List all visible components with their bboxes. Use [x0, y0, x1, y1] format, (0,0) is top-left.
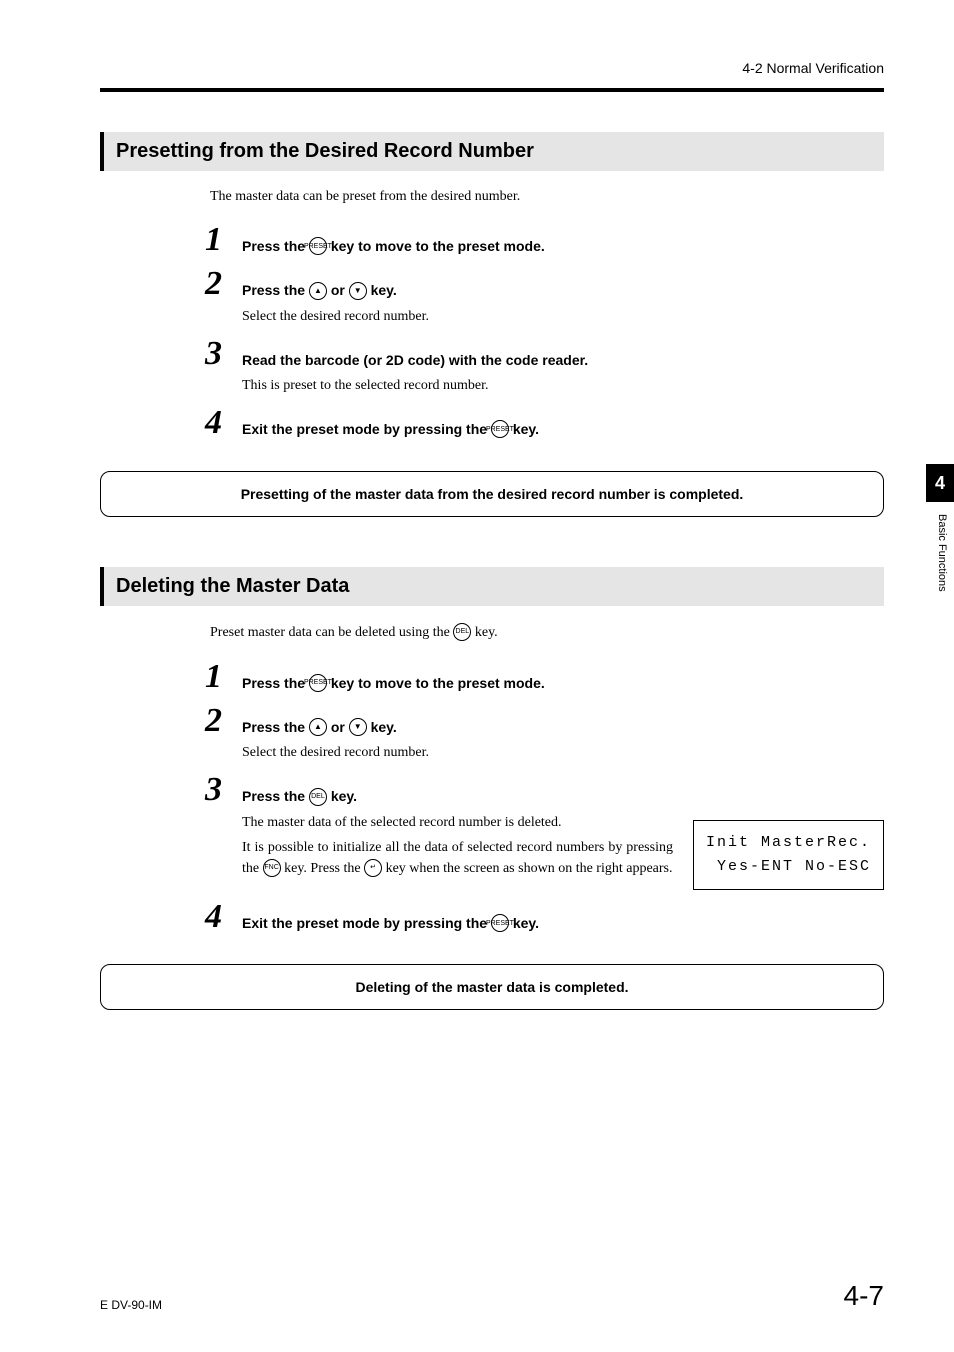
- step-title: Exit the preset mode by pressing the PRE…: [242, 418, 884, 440]
- del-key-icon: DEL: [309, 788, 327, 806]
- section2-step-3: 3 Press the DEL key. The master data of …: [210, 785, 884, 889]
- fnc-key-icon: FNC: [263, 859, 281, 877]
- step-number: 1: [205, 658, 222, 696]
- step-number: 2: [205, 702, 222, 740]
- text: Press the: [242, 238, 309, 254]
- step-title: Press the DEL key.: [242, 785, 884, 807]
- step-desc: Select the desired record number.: [242, 742, 884, 763]
- text: key to move to the preset mode.: [327, 675, 545, 691]
- section2-intro: Preset master data can be deleted using …: [210, 624, 884, 642]
- step-title: Exit the preset mode by pressing the PRE…: [242, 912, 884, 934]
- section1-step-4: 4 Exit the preset mode by pressing the P…: [210, 418, 884, 440]
- section2-step-1: 1 Press the PRESET key to move to the pr…: [210, 672, 884, 694]
- text: key.: [471, 625, 497, 640]
- footer: E DV-90-IM 4-7: [100, 1280, 884, 1312]
- text: Press the: [242, 282, 309, 298]
- text: Exit the preset mode by pressing the: [242, 915, 491, 931]
- step-number: 3: [205, 335, 222, 373]
- section2-heading: Deleting the Master Data: [100, 567, 884, 606]
- chapter-tab: 4: [926, 464, 954, 502]
- down-key-icon: ▼: [349, 282, 367, 300]
- section2-step-4: 4 Exit the preset mode by pressing the P…: [210, 912, 884, 934]
- section1-completion: Presetting of the master data from the d…: [100, 471, 884, 517]
- preset-key-icon: PRESET: [309, 237, 327, 255]
- step-desc-1: The master data of the selected record n…: [242, 812, 673, 833]
- enter-key-icon: ↵: [364, 859, 382, 877]
- text: key to move to the preset mode.: [327, 238, 545, 254]
- text: key. Press the: [281, 861, 364, 876]
- del-key-icon: DEL: [453, 623, 471, 641]
- preset-key-icon: PRESET: [491, 914, 509, 932]
- section2-step-2: 2 Press the ▲ or ▼ key. Select the desir…: [210, 716, 884, 763]
- section1-step-3: 3 Read the barcode (or 2D code) with the…: [210, 349, 884, 396]
- footer-doc-id: E DV-90-IM: [100, 1298, 162, 1312]
- up-key-icon: ▲: [309, 718, 327, 736]
- footer-page-number: 4-7: [844, 1280, 884, 1312]
- text: or: [327, 719, 349, 735]
- step-title: Read the barcode (or 2D code) with the c…: [242, 349, 884, 371]
- lcd-display: Init MasterRec. Yes-ENT No-ESC: [693, 820, 884, 890]
- step-title: Press the ▲ or ▼ key.: [242, 716, 884, 738]
- chapter-label: Basic Functions: [936, 514, 948, 592]
- text: Press the: [242, 719, 309, 735]
- text: or: [327, 282, 349, 298]
- step-desc: Select the desired record number.: [242, 306, 884, 327]
- up-key-icon: ▲: [309, 282, 327, 300]
- section1-step-2: 2 Press the ▲ or ▼ key. Select the desir…: [210, 279, 884, 326]
- step-number: 4: [205, 404, 222, 442]
- down-key-icon: ▼: [349, 718, 367, 736]
- section1-heading: Presetting from the Desired Record Numbe…: [100, 132, 884, 171]
- preset-key-icon: PRESET: [309, 674, 327, 692]
- text: key.: [367, 282, 397, 298]
- text: Preset master data can be deleted using …: [210, 625, 453, 640]
- text: Exit the preset mode by pressing the: [242, 421, 491, 437]
- text: key.: [367, 719, 397, 735]
- text: Press the: [242, 675, 309, 691]
- lcd-line2: Yes-ENT No-ESC: [706, 858, 871, 875]
- step-desc-2: It is possible to initialize all the dat…: [242, 837, 673, 879]
- header-rule: [100, 88, 884, 92]
- header-section-label: 4-2 Normal Verification: [100, 60, 884, 76]
- preset-key-icon: PRESET: [491, 420, 509, 438]
- lcd-line1: Init MasterRec.: [706, 834, 871, 851]
- step-title: Press the PRESET key to move to the pres…: [242, 235, 884, 257]
- section1-intro: The master data can be preset from the d…: [210, 189, 884, 205]
- text: Press the: [242, 788, 309, 804]
- step-number: 4: [205, 898, 222, 936]
- step-title: Press the PRESET key to move to the pres…: [242, 672, 884, 694]
- step-desc: This is preset to the selected record nu…: [242, 375, 884, 396]
- step-number: 3: [205, 771, 222, 809]
- section2-completion: Deleting of the master data is completed…: [100, 964, 884, 1010]
- text: key.: [327, 788, 357, 804]
- step-number: 1: [205, 221, 222, 259]
- section1-step-1: 1 Press the PRESET key to move to the pr…: [210, 235, 884, 257]
- text: key when the screen as shown on the righ…: [382, 861, 672, 876]
- step-number: 2: [205, 265, 222, 303]
- step-title: Press the ▲ or ▼ key.: [242, 279, 884, 301]
